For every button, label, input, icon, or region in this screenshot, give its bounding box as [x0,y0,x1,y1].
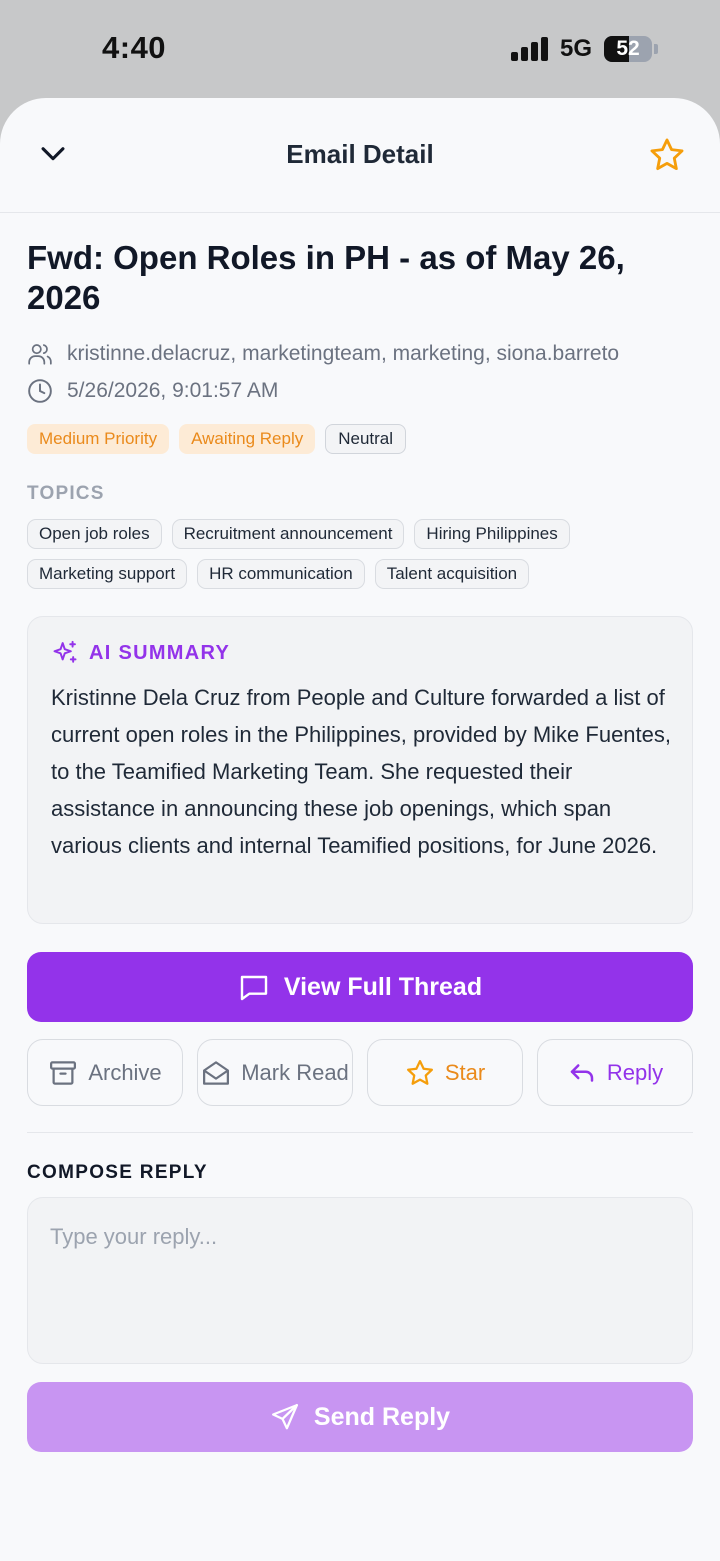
ai-summary-header: AI SUMMARY [51,639,230,667]
topic-chip: Open job roles [27,519,162,549]
topics-label: TOPICS [27,483,105,504]
ai-summary-title: AI SUMMARY [89,641,231,664]
ai-summary-text: Kristinne Dela Cruz from People and Cult… [51,685,672,858]
battery-level: 52 [616,37,640,60]
topic-chip: Recruitment announcement [171,519,405,549]
battery-tip [654,44,658,54]
archive-icon [50,1060,77,1085]
recipients-text: kristinne.delacruz, marketingteam, marke… [67,342,620,365]
view-full-thread-label: View Full Thread [283,972,483,1001]
star-icon[interactable] [648,136,686,174]
signal-icon [511,37,549,61]
topic-chip: Talent acquisition [374,559,530,589]
status-time: 4:40 [102,30,167,65]
network-type: 5G [560,35,593,62]
mark-read-label: Mark Read [241,1059,349,1085]
status-badges: Medium Priority Awaiting Reply Neutral [27,424,407,454]
reply-status-badge: Awaiting Reply [179,424,316,454]
topic-chip: Hiring Philippines [414,519,570,549]
email-subject: Fwd: Open Roles in PH - as of May 26, 20… [27,239,625,316]
star-icon [406,1059,433,1085]
battery-icon: 52 [604,36,652,62]
users-icon [28,344,52,365]
ai-summary-card: AI SUMMARY Kristinne Dela Cruz from Peop… [27,616,693,924]
divider [27,1132,693,1133]
priority-badge: Medium Priority [27,424,170,454]
archive-label: Archive [88,1059,162,1085]
compose-reply-label: COMPOSE REPLY [27,1162,208,1183]
topics-list: Open job roles Recruitment announcement … [27,519,693,589]
archive-button[interactable]: Archive [27,1039,183,1106]
reply-icon [570,1063,594,1082]
recipients-row: kristinne.delacruz, marketingteam, marke… [27,340,619,368]
topic-chip: HR communication [197,559,365,589]
star-button[interactable]: Star [367,1039,523,1106]
status-bar: 4:40 5G 52 [0,0,720,100]
header: Email Detail [0,98,720,213]
timestamp-row: 5/26/2026, 9:01:57 AM [27,377,278,405]
view-full-thread-button[interactable]: View Full Thread [27,952,693,1022]
reply-button[interactable]: Reply [537,1039,693,1106]
send-reply-button[interactable]: Send Reply [27,1382,693,1452]
mark-read-button[interactable]: Mark Read [197,1039,353,1106]
message-square-icon [240,975,268,1001]
send-reply-label: Send Reply [313,1402,451,1431]
timestamp-text: 5/26/2026, 9:01:57 AM [67,379,279,402]
page-title: Email Detail [286,139,434,169]
sentiment-badge: Neutral [325,424,407,454]
reply-input[interactable] [27,1197,693,1364]
star-label: Star [444,1059,486,1085]
reply-label: Reply [606,1059,664,1085]
topic-chip: Marketing support [27,559,188,589]
send-icon [271,1404,298,1430]
sparkles-icon [53,640,77,663]
mail-open-icon [203,1060,230,1085]
clock-icon [28,379,52,403]
email-detail-sheet: Email Detail Fwd: Open Roles in PH - as … [0,98,720,1561]
action-row: Archive Mark Read Star Reply [27,1039,693,1106]
